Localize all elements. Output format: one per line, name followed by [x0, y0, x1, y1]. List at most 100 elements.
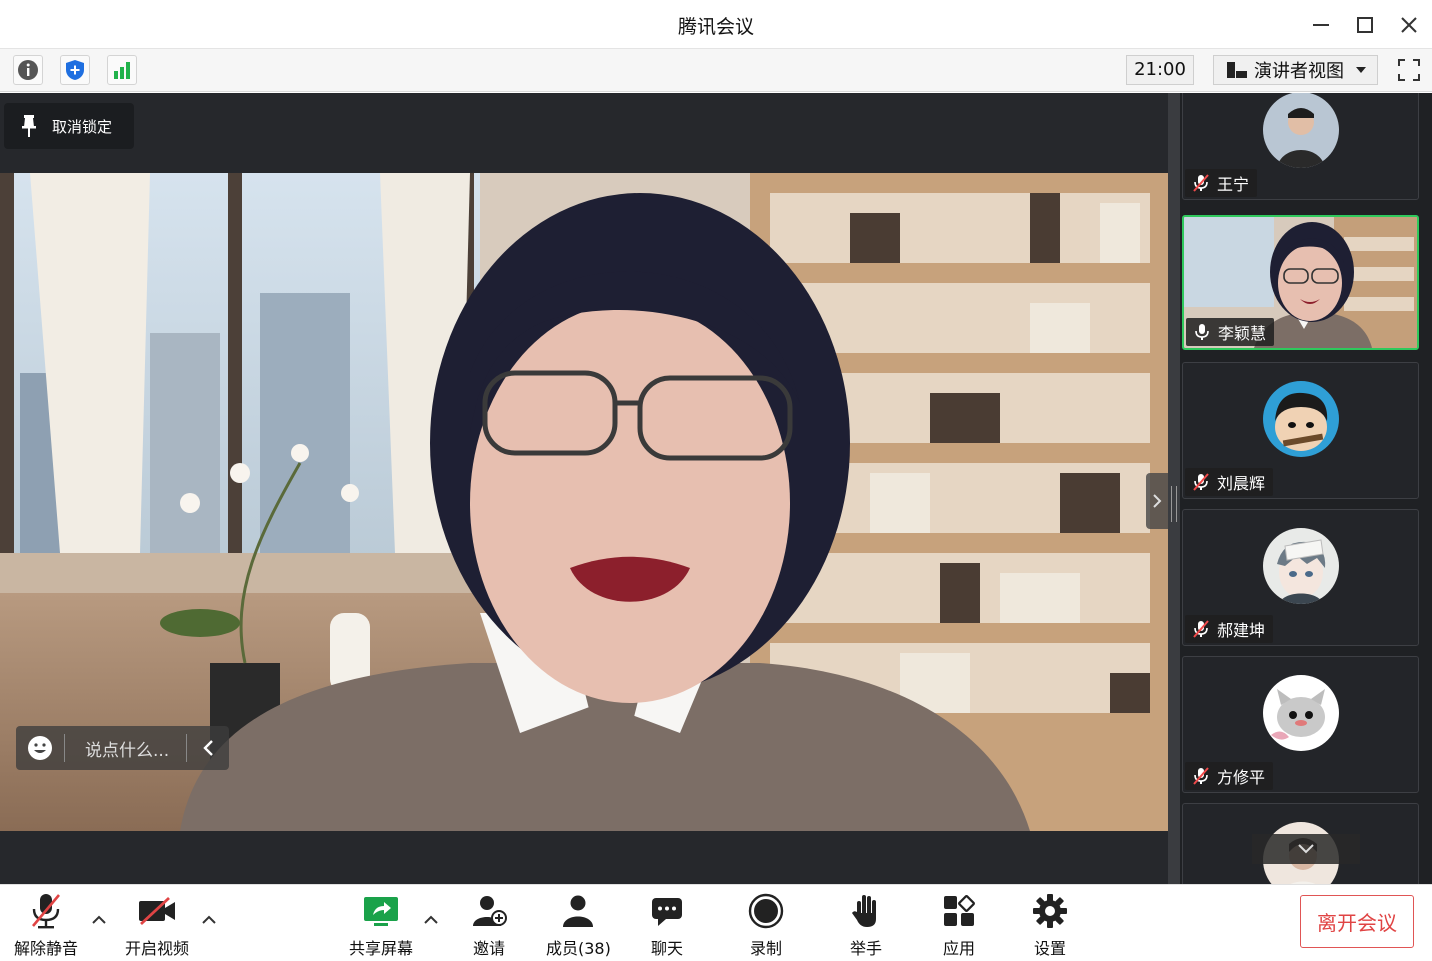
meeting-info-button[interactable] [13, 55, 43, 85]
mic-muted-icon [1193, 174, 1209, 192]
fullscreen-icon [1398, 59, 1420, 81]
apps-label: 应用 [942, 939, 975, 958]
network-status-button[interactable] [107, 55, 137, 85]
unmute-label: 解除静音 [14, 939, 79, 958]
invite-button[interactable]: 邀请 [471, 891, 507, 959]
leave-meeting-button[interactable]: 离开会议 [1300, 895, 1414, 948]
panel-splitter[interactable] [1168, 93, 1180, 884]
share-screen-icon [364, 897, 398, 926]
record-icon [748, 893, 784, 929]
apps-icon [944, 895, 975, 926]
chevron-up-icon [92, 915, 106, 924]
speaker-view: 取消锁定 说点什么... [0, 93, 1168, 884]
members-button[interactable]: 成员(38) [546, 891, 611, 959]
mic-muted-icon [1193, 473, 1209, 491]
pin-icon [22, 115, 36, 137]
participant-name: 王宁 [1217, 175, 1250, 194]
avatar [1263, 93, 1339, 168]
mic-icon [1195, 324, 1209, 340]
meeting-timer: 21:00 [1126, 55, 1194, 85]
participant-nametag: 李颖慧 [1186, 318, 1275, 346]
record-label: 录制 [749, 939, 782, 958]
view-mode-dropdown[interactable]: 演讲者视图 [1213, 55, 1378, 85]
video-options-button[interactable] [200, 911, 218, 927]
caret-down-icon [1356, 67, 1366, 73]
emoji-button[interactable] [16, 735, 64, 761]
gear-icon [1033, 894, 1067, 928]
participant-name: 方修平 [1217, 768, 1266, 787]
chat-label: 聊天 [650, 939, 683, 958]
invite-label: 邀请 [472, 939, 505, 958]
window-title: 腾讯会议 [677, 16, 754, 38]
expand-sidebar-button[interactable] [1146, 473, 1168, 529]
emoji-icon [28, 736, 52, 760]
meeting-toolbar: 21:00 演讲者视图 [0, 49, 1432, 92]
audio-options-button[interactable] [90, 911, 108, 927]
fullscreen-button[interactable] [1394, 55, 1424, 85]
scroll-participants-down-button[interactable] [1252, 834, 1360, 864]
shield-icon [66, 60, 84, 80]
settings-label: 设置 [1033, 939, 1066, 958]
participant-tile[interactable]: 方修平 [1182, 656, 1419, 793]
participant-nametag: 郝建坤 [1185, 615, 1274, 643]
chevron-up-icon [202, 915, 216, 924]
share-screen-button[interactable]: 共享屏幕 [349, 891, 413, 959]
minimize-icon [1313, 24, 1329, 26]
participant-tile[interactable]: 刘晨辉 [1182, 362, 1419, 499]
chat-icon [652, 898, 682, 926]
participant-nametag: 刘晨辉 [1185, 468, 1274, 496]
participant-tile[interactable]: 郝建坤 [1182, 509, 1419, 646]
view-mode-label: 演讲者视图 [1254, 61, 1344, 82]
share-options-button[interactable] [422, 911, 440, 927]
meeting-window: 腾讯会议 21:00 演讲者视图 取消锁定 说点什么... 王宁 李颖慧 刘晨辉… [0, 0, 1432, 961]
chat-button[interactable]: 聊天 [650, 891, 684, 959]
mic-muted-icon [1193, 767, 1209, 785]
collapse-chat-button[interactable] [187, 739, 229, 757]
close-icon [1401, 17, 1417, 33]
quick-chat-bar: 说点什么... [16, 726, 229, 770]
unpin-button[interactable]: 取消锁定 [4, 103, 134, 149]
invite-icon [473, 896, 507, 926]
hand-icon [852, 895, 876, 927]
participant-video-panel: 王宁 李颖慧 刘晨辉 郝建坤 方修平 [1168, 93, 1432, 884]
members-icon [563, 895, 594, 927]
unpin-label: 取消锁定 [52, 117, 113, 136]
avatar [1263, 381, 1339, 457]
splitter-grip [1171, 486, 1177, 522]
participant-tile-active[interactable]: 李颖慧 [1182, 215, 1419, 350]
layout-icon [1227, 62, 1247, 78]
control-bar: 解除静音 开启视频 共享屏幕 邀请 成员(38) 聊天 录制 举手 应用 设置 … [0, 884, 1432, 961]
mic-muted-icon [1193, 620, 1209, 638]
members-label: 成员(38) [546, 939, 611, 958]
video-off-icon [139, 896, 175, 926]
signal-icon [114, 62, 130, 79]
maximize-icon [1357, 17, 1373, 33]
title-bar: 腾讯会议 [0, 0, 1432, 49]
maximize-button[interactable] [1350, 10, 1380, 40]
settings-button[interactable]: 设置 [1032, 891, 1068, 959]
chevron-up-icon [424, 915, 438, 924]
close-button[interactable] [1394, 10, 1424, 40]
raise-hand-button[interactable]: 举手 [850, 891, 882, 959]
mic-muted-icon [32, 894, 60, 929]
share-screen-label: 共享屏幕 [349, 939, 414, 958]
participant-name: 郝建坤 [1217, 621, 1266, 640]
start-video-label: 开启视频 [125, 939, 190, 958]
info-icon [18, 60, 38, 80]
quick-chat-input[interactable]: 说点什么... [65, 736, 186, 761]
avatar [1263, 528, 1339, 604]
chevron-left-icon [203, 740, 213, 756]
participant-nametag: 王宁 [1185, 169, 1258, 197]
chevron-right-icon [1153, 494, 1162, 508]
participant-name: 刘晨辉 [1217, 474, 1266, 493]
security-button[interactable] [60, 55, 90, 85]
chevron-down-icon [1298, 844, 1314, 854]
raise-hand-label: 举手 [850, 939, 883, 958]
unmute-button[interactable]: 解除静音 [14, 891, 78, 959]
participant-name: 李颖慧 [1218, 324, 1267, 343]
record-button[interactable]: 录制 [748, 891, 784, 959]
participant-tile[interactable]: 王宁 [1182, 93, 1419, 200]
minimize-button[interactable] [1306, 10, 1336, 40]
apps-button[interactable]: 应用 [942, 891, 976, 959]
start-video-button[interactable]: 开启视频 [125, 891, 189, 959]
